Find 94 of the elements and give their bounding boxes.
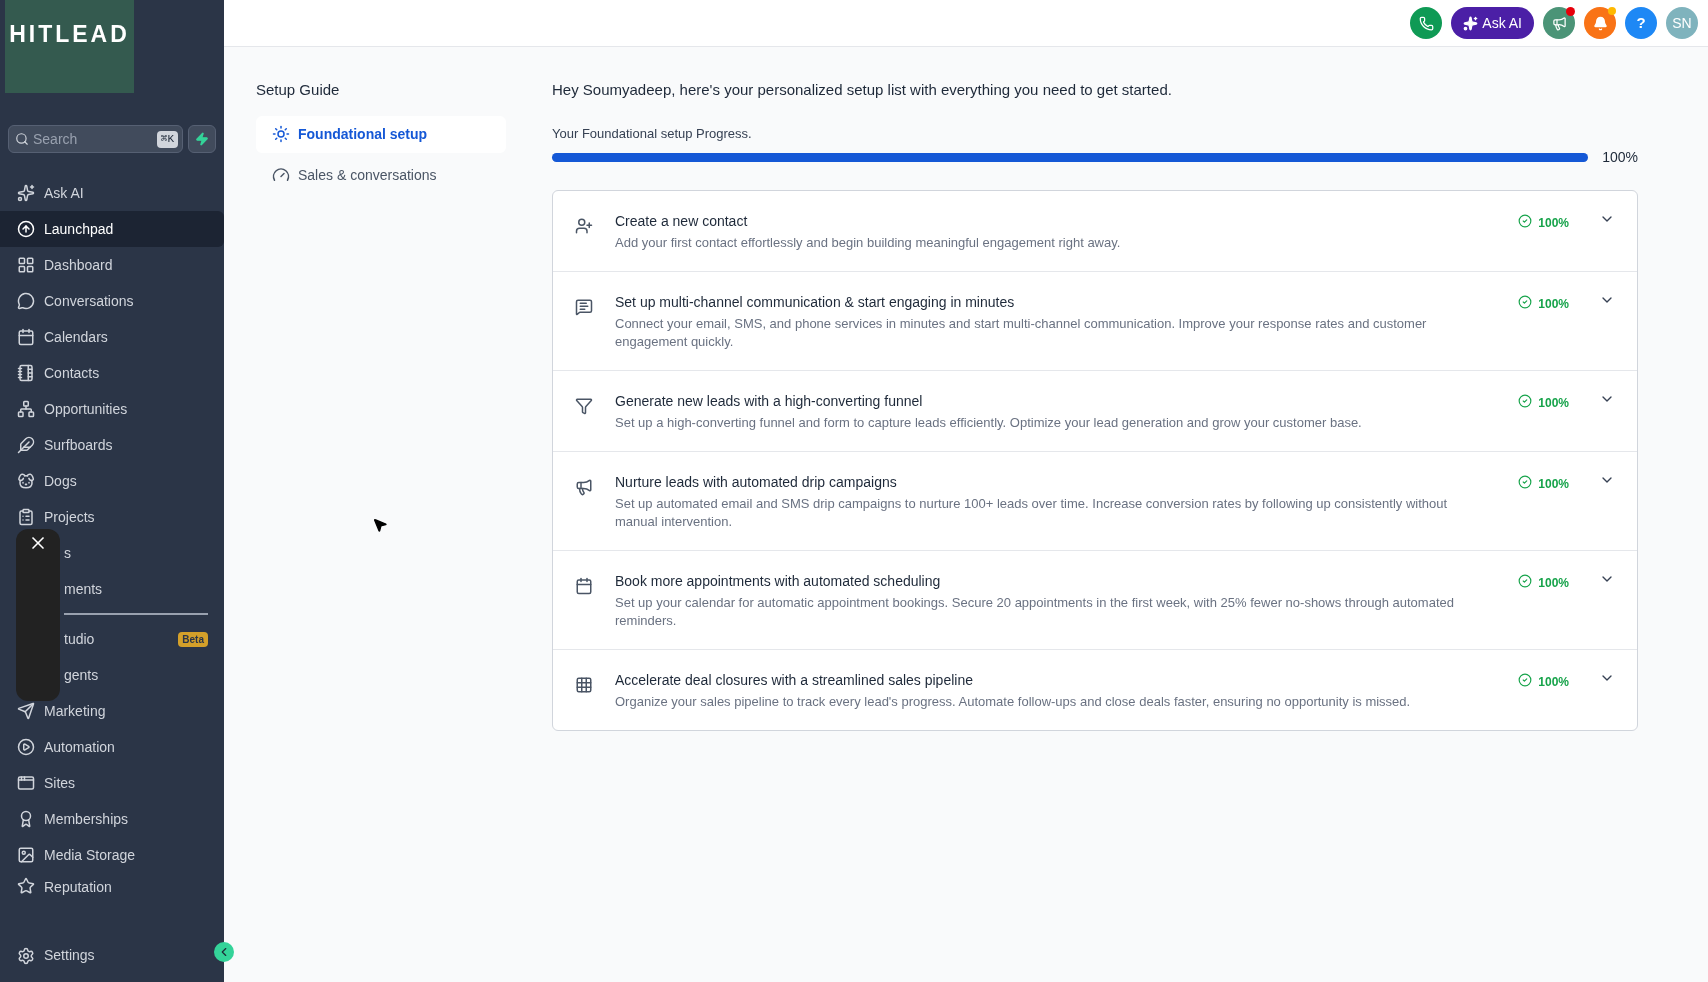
ask-ai-button[interactable]: Ask AI xyxy=(1451,7,1534,39)
phone-icon xyxy=(1418,15,1434,31)
guide-title: Setup Guide xyxy=(256,80,341,100)
check-circle-icon xyxy=(1518,574,1533,588)
feather-icon xyxy=(17,436,35,454)
phone-button[interactable] xyxy=(1410,7,1443,39)
sidebar-item[interactable]: Memberships xyxy=(0,801,224,837)
beta-badge: Beta xyxy=(178,631,208,647)
sparkle-icon xyxy=(17,184,35,202)
gauge-icon xyxy=(272,166,290,184)
shortcut-hint: ⌘K xyxy=(156,131,178,148)
task-status: 100% xyxy=(1518,214,1569,252)
search-icon xyxy=(15,132,29,146)
sidebar-item[interactable]: Sites xyxy=(0,765,224,801)
sidebar-item[interactable]: Media Storage xyxy=(0,837,224,873)
sidebar-item[interactable]: Automation xyxy=(0,729,224,765)
task-title: Set up multi-channel communication & start engaging in minutes xyxy=(615,293,1016,312)
announcements-button[interactable] xyxy=(1543,7,1575,39)
task-title: Accelerate deal closures with a streamlined sales pipeline xyxy=(615,671,974,690)
sidebar-item[interactable]: Marketing xyxy=(0,693,224,729)
image-icon xyxy=(17,846,35,864)
dog-icon xyxy=(17,472,35,490)
check-circle-icon xyxy=(1518,295,1533,309)
task-status: 100% xyxy=(1518,574,1569,630)
task-row[interactable]: Create a new contact Add your first contact effortlessly and begin building meaningful engagement right away. 100% xyxy=(553,191,1637,271)
guide-tab[interactable]: Foundational setup xyxy=(256,115,506,153)
megaphone-icon xyxy=(1551,15,1567,31)
progress-label: Your Foundational setup Progress. xyxy=(552,124,753,143)
grid-icon xyxy=(575,676,593,694)
check-circle-icon xyxy=(1518,214,1533,228)
grid-icon xyxy=(17,256,35,274)
megaphone-icon xyxy=(575,478,593,496)
sidebar-item[interactable]: s xyxy=(0,535,224,571)
sidebar-item[interactable]: gents xyxy=(0,657,224,693)
bell-icon xyxy=(1592,15,1608,31)
notebook-icon xyxy=(17,364,35,382)
task-status: 100% xyxy=(1518,673,1569,711)
check-circle-icon xyxy=(1518,673,1533,687)
check-circle-icon xyxy=(1518,475,1533,489)
task-title: Book more appointments with automated scheduling xyxy=(615,572,942,591)
sidebar-item[interactable]: Calendars xyxy=(0,319,224,355)
send-icon xyxy=(17,702,35,720)
greeting: Hey Soumyadeep, here's your personalized setup list with everything you need to get started. xyxy=(552,80,1173,100)
sidebar-item[interactable]: ments xyxy=(0,571,224,607)
calendar-icon xyxy=(575,577,593,595)
task-title: Generate new leads with a high-converting funnel xyxy=(615,392,924,411)
settings-icon xyxy=(17,946,35,965)
task-description: Connect your email, SMS, and phone services in minutes and start multi-channel communication. Improve your response rates and customer engagement quickly. xyxy=(615,315,1428,351)
task-title: Nurture leads with automated drip campaigns xyxy=(615,473,898,492)
sidebar-item[interactable]: Launchpad xyxy=(0,211,224,247)
chat-bubble-icon xyxy=(575,298,593,316)
task-description: Organize your sales pipeline to track every lead's progress. Automate follow-ups and close deals faster, ensuring no opportunity is missed. xyxy=(615,693,1412,711)
network-icon xyxy=(17,400,35,418)
task-description: Add your first contact effortlessly and begin building meaningful engagement right away. xyxy=(615,234,1122,252)
sidebar-item[interactable]: Projects xyxy=(0,499,224,535)
sparkle-icon xyxy=(1463,15,1479,31)
task-description: Set up automated email and SMS drip campaigns to nurture 100+ leads over time. Increase conversion rates by following up consistently without manual intervention. xyxy=(615,495,1449,531)
task-status: 100% xyxy=(1518,394,1569,432)
chat-bubble-icon xyxy=(17,292,35,310)
sidebar-item[interactable]: Settings xyxy=(17,945,95,966)
sidebar-item[interactable]: Contacts xyxy=(0,355,224,391)
quick-action-button[interactable] xyxy=(188,125,216,153)
sidebar-item[interactable]: Conversations xyxy=(0,283,224,319)
check-circle-icon xyxy=(1518,394,1533,408)
task-status: 100% xyxy=(1518,295,1569,351)
sidebar-item[interactable]: Reputation xyxy=(0,873,224,909)
sidebar-item[interactable]: Dogs xyxy=(0,463,224,499)
collapse-button[interactable] xyxy=(214,942,234,962)
lightning-icon xyxy=(195,132,209,146)
upload-circle-icon xyxy=(17,220,35,238)
play-circle-icon xyxy=(17,738,35,756)
sidebar-item[interactable]: Ask AI xyxy=(0,175,224,211)
window-icon xyxy=(17,774,35,792)
star-icon xyxy=(17,877,35,895)
calendar-icon xyxy=(17,328,35,346)
task-row[interactable]: Generate new leads with a high-converting funnel Set up a high-converting funnel and form to capture leads efficiently. Optimize your lead generation and grow your customer base. 100% xyxy=(553,370,1637,451)
progress-reading: 100% xyxy=(1602,148,1638,167)
filter-icon xyxy=(575,397,593,415)
task-title: Create a new contact xyxy=(615,212,749,231)
sidebar-item[interactable]: Dashboard xyxy=(0,247,224,283)
mouse-cursor-icon xyxy=(372,517,388,533)
task-status: 100% xyxy=(1518,475,1569,531)
user-plus-icon xyxy=(575,217,593,235)
notifications-button[interactable] xyxy=(1584,7,1616,39)
sidebar-item[interactable]: Surfboards xyxy=(0,427,224,463)
help-button[interactable]: ? xyxy=(1625,7,1657,39)
sun-icon xyxy=(272,125,290,143)
task-description: Set up your calendar for automatic appointment bookings. Secure 20 appointments in the first week, with 25% fewer no-shows through automated reminders. xyxy=(615,594,1455,630)
task-description: Set up a high-converting funnel and form to capture leads efficiently. Optimize your lead generation and grow your customer base. xyxy=(615,414,1363,432)
sidebar-item[interactable]: tudio Beta xyxy=(0,621,224,657)
sidebar-item[interactable]: Opportunities xyxy=(0,391,224,427)
logo: HITLEAD xyxy=(9,20,130,50)
clipboard-icon xyxy=(17,508,35,526)
guide-tab[interactable]: Sales & conversations xyxy=(256,156,506,194)
